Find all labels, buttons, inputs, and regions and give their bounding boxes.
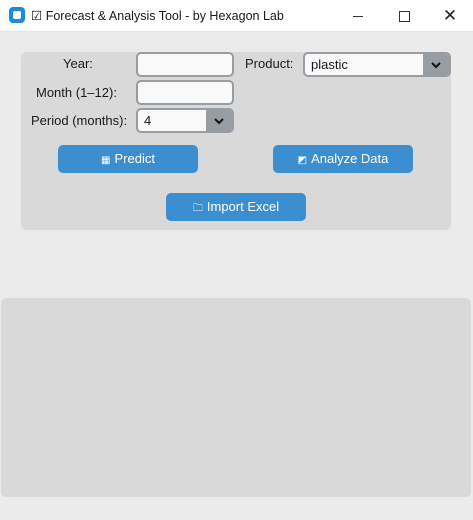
form-panel: Year: Product: plastic Month (1–12): Per… bbox=[21, 52, 451, 230]
product-combobox-value: plastic bbox=[311, 57, 348, 72]
analyze-data-button[interactable]: ◩ Analyze Data bbox=[273, 145, 413, 173]
minimize-button[interactable] bbox=[335, 0, 381, 31]
minimize-icon bbox=[353, 15, 363, 17]
maximize-button[interactable] bbox=[381, 0, 427, 31]
window-title-text: Forecast & Analysis Tool - by Hexagon La… bbox=[45, 9, 284, 23]
output-panel bbox=[1, 298, 471, 497]
period-combobox-value: 4 bbox=[144, 113, 152, 128]
bar-chart-icon: ▦ bbox=[101, 155, 111, 166]
year-input[interactable] bbox=[136, 52, 234, 77]
period-dropdown-button[interactable] bbox=[206, 110, 232, 131]
analyze-data-button-label: Analyze Data bbox=[311, 151, 389, 166]
month-input[interactable] bbox=[136, 80, 234, 105]
predict-button[interactable]: ▦ Predict bbox=[58, 145, 198, 173]
year-label: Year: bbox=[63, 56, 93, 71]
import-excel-button-label: Import Excel bbox=[206, 199, 280, 214]
folder-icon: 🗀 bbox=[192, 203, 203, 214]
maximize-icon bbox=[398, 10, 410, 22]
month-label: Month (1–12): bbox=[36, 85, 117, 100]
predict-button-label: Predict bbox=[114, 151, 155, 166]
period-label: Period (months): bbox=[31, 113, 128, 128]
close-button[interactable]: ✕ bbox=[427, 0, 473, 31]
analysis-icon: ◩ bbox=[297, 155, 308, 166]
period-combobox[interactable]: 4 bbox=[136, 108, 234, 133]
title-bar: ☑ Forecast & Analysis Tool - by Hexagon … bbox=[0, 0, 473, 32]
app-icon bbox=[9, 7, 25, 23]
product-combobox[interactable]: plastic bbox=[303, 52, 451, 77]
chevron-down-icon bbox=[431, 62, 441, 69]
chevron-down-icon bbox=[214, 118, 224, 125]
product-dropdown-button[interactable] bbox=[423, 54, 449, 75]
close-icon: ✕ bbox=[442, 6, 458, 25]
product-label: Product: bbox=[245, 56, 294, 71]
import-excel-button[interactable]: 🗀 Import Excel bbox=[166, 193, 306, 221]
checkbox-icon: ☑ bbox=[31, 9, 43, 23]
window-title: ☑ Forecast & Analysis Tool - by Hexagon … bbox=[31, 8, 284, 23]
